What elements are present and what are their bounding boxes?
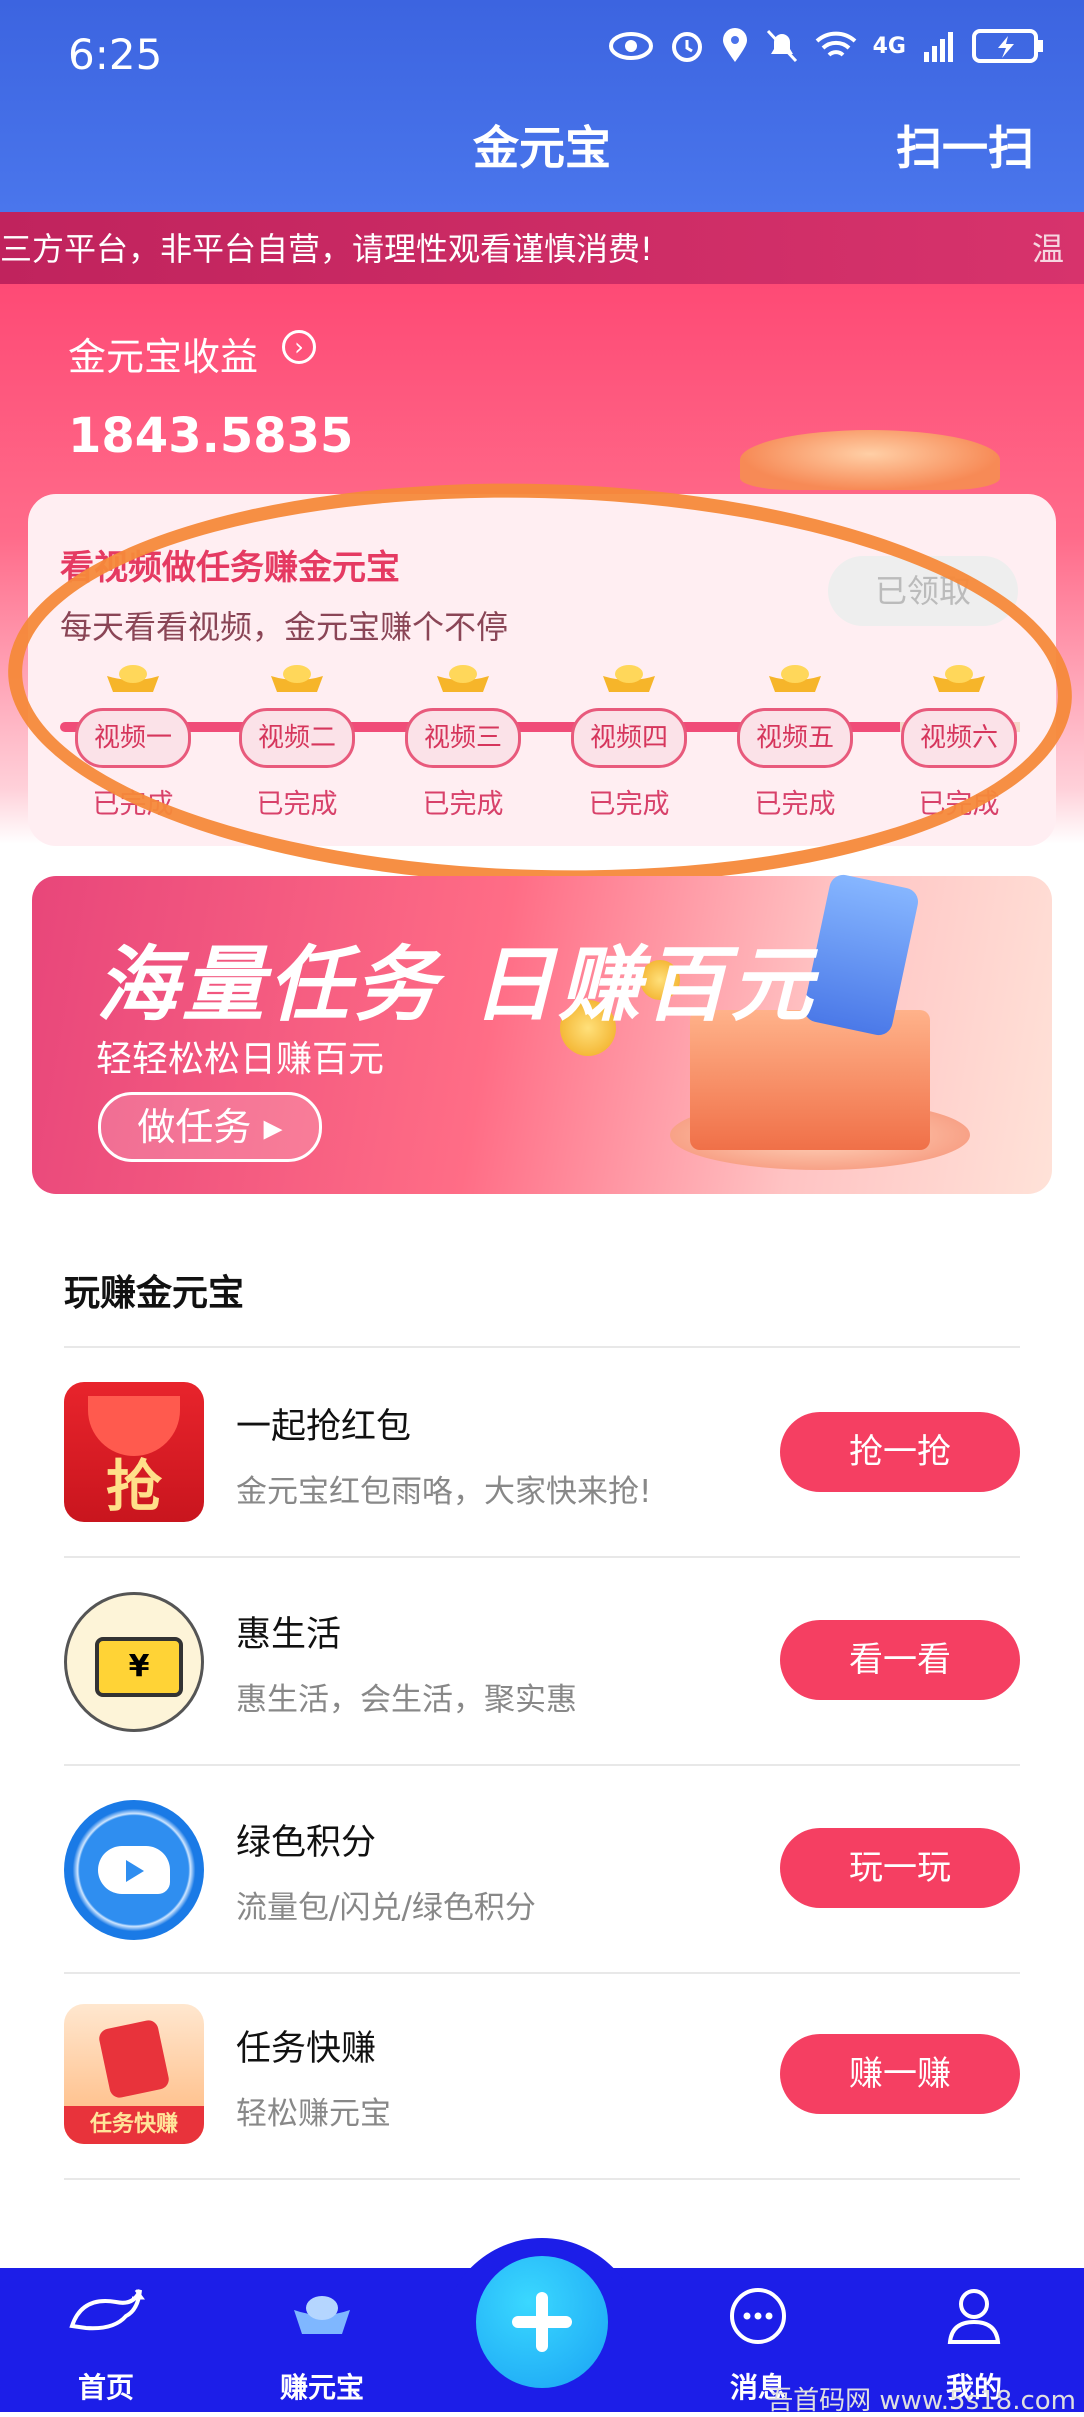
signal-icon [924,32,953,62]
section-title: 玩赚金元宝 [64,1273,245,1314]
plus-icon [536,2292,548,2352]
nav-home-whale-icon[interactable] [66,2286,146,2346]
message-icon[interactable] [728,2286,788,2350]
whale-icon[interactable] [64,1800,204,1940]
location-icon [722,28,747,62]
earn-button[interactable]: 赚一赚 [780,2034,1020,2114]
do-task-button[interactable]: 做任务 ▸ [98,1092,322,1162]
view-button[interactable]: 看一看 [780,1620,1020,1700]
watermark: 吾首码网 www.5s18.com [767,2386,1076,2416]
row-title: 一起抢红包 [236,1407,412,1447]
nav-ingot-icon[interactable] [292,2286,352,2346]
scan-button[interactable]: 扫一扫 [896,112,1034,178]
battery-icon [972,29,1043,63]
wifi-icon [815,31,856,57]
network-label: 4G [872,33,906,59]
earnings-value: 1843.5835 [68,408,354,464]
divider [64,1346,1020,1348]
row-title: 任务快赚 [236,2029,377,2069]
red-envelope-icon[interactable]: 抢 [64,1382,204,1522]
eye-icon [608,32,653,60]
row-title: 绿色积分 [236,1823,377,1863]
nav-home[interactable]: 首页 [26,2366,186,2406]
earnings-label[interactable]: 金元宝收益 [68,326,258,381]
coupon-icon[interactable]: ¥ [64,1592,204,1732]
row-desc: 流量包/闪兑/绿色积分 [236,1890,536,1926]
grab-button[interactable]: 抢一抢 [780,1412,1020,1492]
row-title: 惠生活 [236,1615,342,1655]
row-desc: 金元宝红包雨咯，大家快来抢! [236,1474,652,1510]
notice-text: 三方平台，非平台自营，请理性观看谨慎消费! [0,230,653,268]
play-button[interactable]: 玩一玩 [780,1828,1020,1908]
nav-earn[interactable]: 赚元宝 [242,2366,402,2406]
row-desc: 惠生活，会生活，聚实惠 [236,1682,577,1718]
notice-tail: 温 [1031,230,1064,268]
banner-title: 海量任务 日赚百元 [96,938,817,1033]
divider [64,1764,1020,1766]
divider [64,1556,1020,1558]
alarm-icon [671,32,702,62]
status-time: 6:25 [68,30,163,79]
status-icons: 4G [608,28,1044,64]
mute-icon [766,29,797,63]
chevron-right-icon[interactable]: › [282,330,316,364]
profile-icon[interactable] [946,2286,1002,2350]
banner-subtitle: 轻轻松松日赚百元 [96,1039,385,1080]
row-desc: 轻松赚元宝 [236,2096,391,2132]
task-icon[interactable]: 任务快赚 [64,2004,204,2144]
ingot-decoration-icon [740,430,1000,490]
divider [64,1972,1020,1974]
divider [64,2178,1020,2180]
